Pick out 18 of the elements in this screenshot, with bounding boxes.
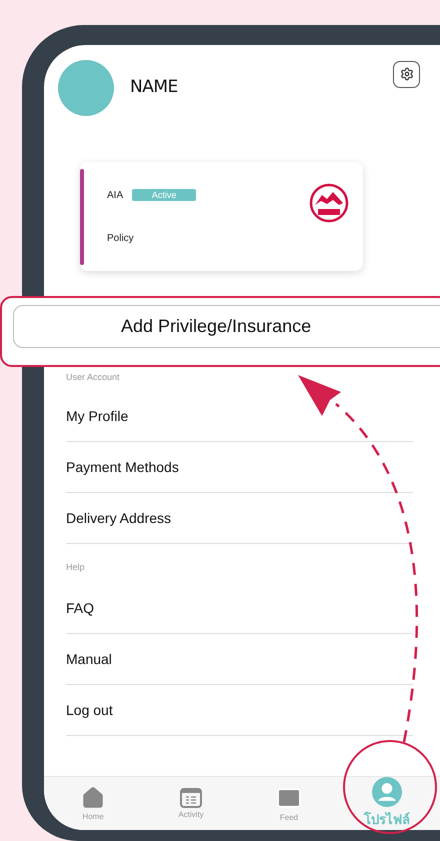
menu-item[interactable]: Log out xyxy=(66,685,413,736)
settings-icon xyxy=(400,67,414,81)
calendar-icon xyxy=(180,788,202,808)
add-insurance-button[interactable]: Add Privilege/Insurance xyxy=(13,305,440,348)
menu-item[interactable]: Payment Methods xyxy=(66,442,413,493)
section-title: Help xyxy=(66,561,86,574)
settings-button[interactable] xyxy=(393,60,420,88)
section-title: User Account xyxy=(66,371,121,384)
status-badge: Active xyxy=(132,189,196,201)
provider-name: AIA xyxy=(107,190,124,200)
policy-label: Policy xyxy=(107,233,135,244)
menu-item[interactable]: Manual xyxy=(66,634,413,685)
profile-name: NAME xyxy=(130,77,179,97)
insurer-logo xyxy=(309,182,349,222)
menu-item[interactable]: Delivery Address xyxy=(66,493,413,544)
house-icon xyxy=(81,786,105,810)
policy-card[interactable]: AIA Active Policy xyxy=(80,162,363,271)
menu-item[interactable]: FAQ xyxy=(66,583,413,634)
